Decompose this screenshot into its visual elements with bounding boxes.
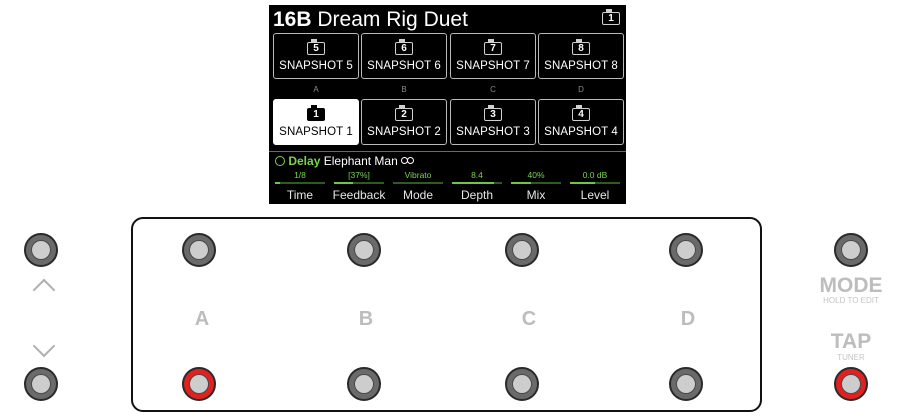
snapshot-icon: 1 [602, 9, 620, 25]
param-label: Feedback [332, 188, 386, 202]
snapshot-label: SNAPSHOT 5 [279, 60, 353, 72]
param-label: Mix [526, 188, 546, 202]
param-value: 1/8 [294, 170, 306, 180]
param-label: Level [580, 188, 610, 202]
camera-icon: 6 [395, 39, 413, 55]
param-bar [334, 182, 384, 184]
tap-tuner-footswitch[interactable] [834, 367, 868, 401]
param-label: Time [286, 188, 314, 202]
mode-label: MODE [819, 274, 883, 297]
footswitch-label-c: C [521, 308, 537, 330]
chevron-up-icon [32, 278, 56, 302]
preset-id: 16B [273, 8, 312, 31]
stereo-link-icon [401, 157, 415, 165]
footswitch-snapshot-5[interactable] [182, 233, 216, 267]
lcd-screen: 16B Dream Rig Duet 1 5 SNAPSHOT 5 6 SNAP… [269, 5, 626, 204]
snapshot-label: SNAPSHOT 6 [367, 60, 441, 72]
snapshot-4-button[interactable]: 4 SNAPSHOT 4 [538, 99, 624, 145]
param-value: 40% [527, 170, 545, 180]
footswitch-snapshot-2[interactable] [347, 367, 381, 401]
param-bar [511, 182, 561, 184]
param-value: 8.4 [471, 170, 483, 180]
divider [269, 151, 626, 152]
param-bar [452, 182, 502, 184]
param-value: 0.0 dB [582, 170, 608, 180]
snapshot-label: SNAPSHOT 7 [456, 60, 530, 72]
footswitch-hint-b: B [401, 85, 407, 94]
snapshot-7-button[interactable]: 7 SNAPSHOT 7 [450, 33, 536, 79]
footswitch-label-b: B [358, 308, 374, 330]
footswitch-hint-a: A [313, 85, 319, 94]
snapshot-5-button[interactable]: 5 SNAPSHOT 5 [273, 33, 359, 79]
bank-down-footswitch[interactable] [24, 367, 58, 401]
snapshot-1-button[interactable]: 1 SNAPSHOT 1 [273, 99, 359, 145]
camera-icon: 8 [572, 39, 590, 55]
camera-icon: 4 [572, 105, 590, 121]
footswitch-snapshot-3[interactable] [505, 367, 539, 401]
footswitch-snapshot-6[interactable] [347, 233, 381, 267]
snapshot-6-button[interactable]: 6 SNAPSHOT 6 [361, 33, 447, 79]
camera-icon: 5 [307, 39, 325, 55]
footswitch-hint-d: D [578, 85, 584, 94]
footswitch-label-a: A [194, 308, 210, 330]
block-category: Delay [288, 154, 321, 168]
footswitch-snapshot-8[interactable] [669, 233, 703, 267]
param-label: Mode [402, 188, 434, 202]
param-bar [393, 182, 443, 184]
snapshot-label: SNAPSHOT 3 [456, 126, 530, 138]
param-bar [570, 182, 620, 184]
snapshot-2-button[interactable]: 2 SNAPSHOT 2 [361, 99, 447, 145]
bank-up-footswitch[interactable] [24, 233, 58, 267]
param-value: [37%] [348, 170, 370, 180]
param-bar [275, 182, 325, 184]
tap-sublabel: TUNER [837, 353, 865, 362]
block-info: Delay Elephant Man [275, 154, 415, 168]
footswitch-snapshot-1[interactable] [182, 367, 216, 401]
footswitch-label-d: D [680, 308, 696, 330]
footswitch-snapshot-4[interactable] [669, 367, 703, 401]
mode-sublabel: HOLD TO EDIT [823, 296, 879, 305]
preset-title: 16B Dream Rig Duet [273, 6, 468, 34]
footswitch-snapshot-7[interactable] [505, 233, 539, 267]
footswitch-hint-c: C [490, 85, 496, 94]
snapshot-label: SNAPSHOT 8 [544, 60, 618, 72]
snapshot-label: SNAPSHOT 4 [544, 126, 618, 138]
param-value: Vibrato [404, 170, 432, 180]
camera-icon: 2 [395, 105, 413, 121]
block-on-icon [275, 156, 285, 166]
block-model: Elephant Man [323, 154, 398, 168]
snapshot-label: SNAPSHOT 2 [367, 126, 441, 138]
mode-footswitch[interactable] [834, 233, 868, 267]
snapshot-8-button[interactable]: 8 SNAPSHOT 8 [538, 33, 624, 79]
tap-label: TAP [830, 330, 872, 353]
snapshot-label: SNAPSHOT 1 [279, 126, 353, 138]
chevron-down-icon [32, 334, 56, 358]
camera-icon: 7 [484, 39, 502, 55]
camera-icon: 3 [484, 105, 502, 121]
camera-icon: 1 [307, 105, 325, 121]
preset-name: Dream Rig Duet [317, 8, 468, 31]
param-label: Depth [460, 188, 494, 202]
snapshot-3-button[interactable]: 3 SNAPSHOT 3 [450, 99, 536, 145]
